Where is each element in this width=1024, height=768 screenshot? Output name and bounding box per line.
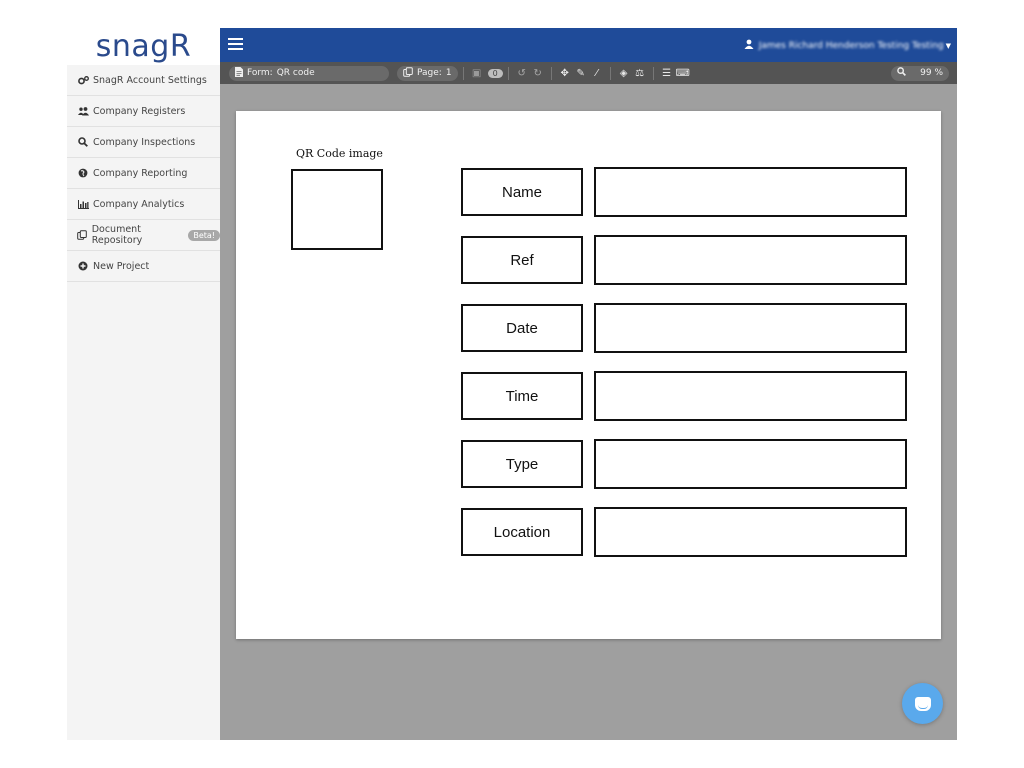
chat-bubble-icon [914, 696, 931, 711]
sidebar-item-label: Company Registers [93, 105, 186, 117]
redo-icon[interactable]: ↻ [530, 68, 546, 79]
sidebar-item-company-reporting[interactable]: Company Reporting [67, 158, 220, 189]
zoom-icon [897, 67, 906, 79]
save-icon[interactable]: ▣ [469, 68, 485, 79]
field-label-location: Location [461, 508, 583, 556]
copy-icon [77, 230, 88, 240]
field-value-location[interactable] [594, 507, 907, 557]
field-label-date: Date [461, 304, 583, 352]
search-icon [77, 137, 89, 147]
sidebar-item-company-inspections[interactable]: Company Inspections [67, 127, 220, 158]
sidebar-item-label: Company Inspections [93, 136, 196, 148]
toolbar-divider [462, 66, 464, 80]
undo-icon[interactable]: ↺ [514, 68, 530, 79]
balance-scale-icon[interactable]: ⚖ [632, 68, 648, 79]
qr-code-image-box[interactable] [291, 169, 383, 250]
sidebar-item-label: Company Reporting [93, 167, 188, 179]
plus-circle-icon [77, 261, 89, 271]
sidebar-item-label: Company Analytics [93, 198, 185, 210]
toolbar-divider [652, 66, 654, 80]
sidebar-item-label: Document Repository [91, 224, 143, 246]
cube-icon[interactable]: ◈ [616, 68, 632, 79]
top-navbar: James Richard Henderson Testing Testing … [220, 28, 957, 62]
page-number: 1 [445, 68, 452, 78]
keyboard-icon[interactable]: ⌨ [675, 68, 691, 79]
chevron-down-icon: ▼ [945, 41, 951, 50]
field-label-ref: Ref [461, 236, 583, 284]
form-name: QR code [276, 68, 315, 78]
sidebar-item-account-settings[interactable]: SnagR Account Settings [67, 65, 220, 96]
sidebar-item-label: New Project [93, 260, 150, 272]
hamburger-menu-icon[interactable] [228, 38, 243, 50]
bar-chart-icon [77, 199, 89, 209]
sidebar-item-company-registers[interactable]: Company Registers [67, 96, 220, 127]
zoom-control[interactable]: 99 % [891, 65, 949, 81]
field-value-name[interactable] [594, 167, 907, 217]
logo-text: snagR [95, 28, 192, 64]
sidebar-item-label: SnagR Account Settings [93, 74, 207, 86]
gears-icon [77, 75, 89, 85]
field-value-ref[interactable] [594, 235, 907, 285]
user-menu[interactable]: James Richard Henderson Testing Testing … [744, 39, 951, 52]
form-selector[interactable]: Form: QR code [229, 65, 389, 81]
user-name: James Richard Henderson Testing Testing [758, 40, 944, 51]
field-value-date[interactable] [594, 303, 907, 353]
document-icon [235, 66, 243, 80]
toolbar-divider [550, 66, 552, 80]
sliders-icon[interactable]: ☰ [659, 68, 675, 79]
move-icon[interactable]: ✥ [557, 68, 573, 79]
sidebar-item-company-analytics[interactable]: Company Analytics [67, 189, 220, 220]
globe-icon [77, 168, 89, 178]
app-window: snagR SnagR Account Settings Company Reg… [67, 28, 957, 740]
editor-toolbar: Form: QR code Page: 1 ▣ 0 ↺ ↻ ✥ ✎ ⁄ ◈ ⚖ [220, 62, 957, 84]
sidebar-item-new-project[interactable]: New Project [67, 251, 220, 282]
page-selector[interactable]: Page: 1 [397, 65, 458, 81]
page-label: Page: [417, 68, 442, 78]
field-value-time[interactable] [594, 371, 907, 421]
field-label-name: Name [461, 168, 583, 216]
sidebar: snagR SnagR Account Settings Company Reg… [67, 28, 221, 740]
magic-wand-icon[interactable]: ⁄ [589, 68, 605, 79]
beta-badge: Beta! [188, 229, 220, 241]
save-counter: 0 [487, 68, 503, 78]
form-label: Form: [247, 68, 273, 78]
snagr-logo[interactable]: snagR [67, 28, 220, 65]
form-canvas[interactable]: QR Code image Name Ref Date Time Type Lo… [236, 111, 941, 639]
pencil-icon[interactable]: ✎ [573, 68, 589, 79]
toolbar-divider [609, 66, 611, 80]
chat-launcher-button[interactable] [902, 683, 943, 724]
user-icon [744, 39, 754, 52]
toolbar-divider [507, 66, 509, 80]
sidebar-item-document-repository[interactable]: Document Repository Beta! [67, 220, 220, 251]
main-area: James Richard Henderson Testing Testing … [220, 28, 957, 740]
qr-code-label: QR Code image [296, 147, 383, 160]
copy-icon [403, 66, 413, 80]
field-value-type[interactable] [594, 439, 907, 489]
field-label-time: Time [461, 372, 583, 420]
zoom-level: 99 % [920, 68, 943, 78]
field-label-type: Type [461, 440, 583, 488]
users-icon [77, 106, 89, 116]
